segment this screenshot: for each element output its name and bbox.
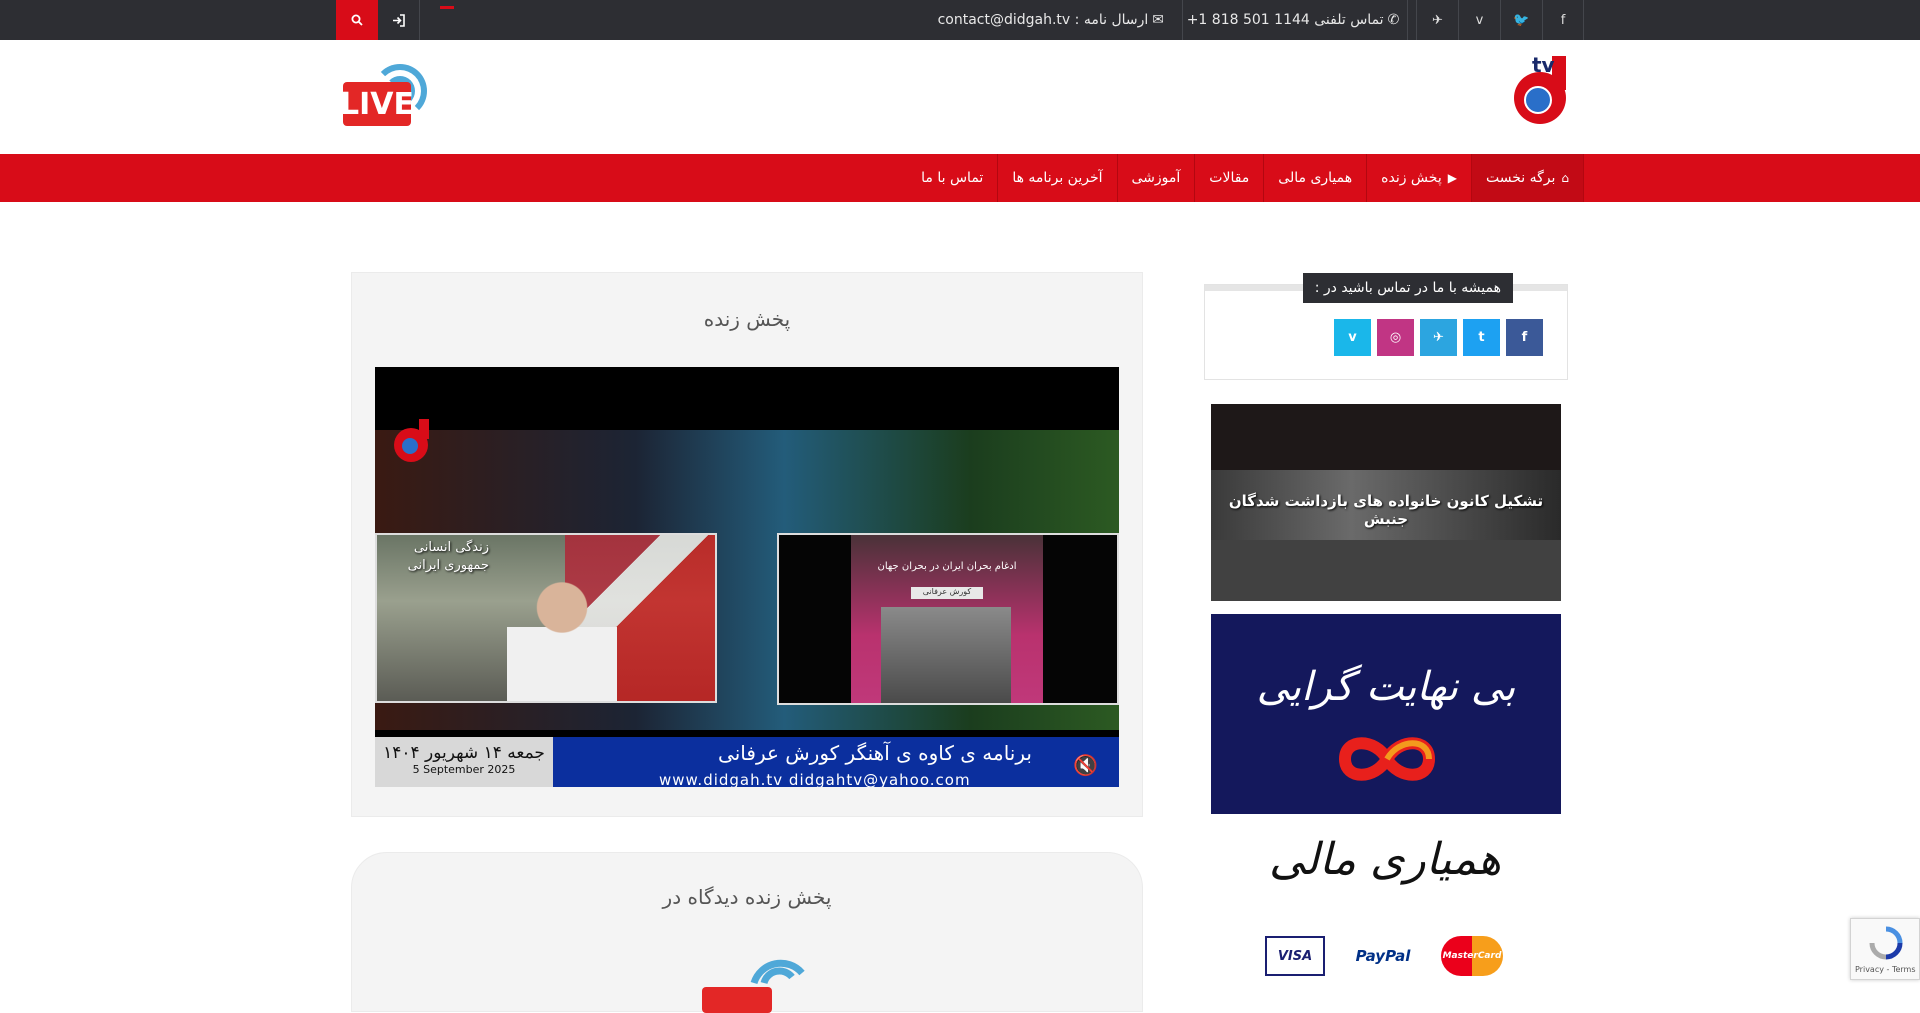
contact-phone[interactable]: ✆ تماس تلفنی 1144 501 818 1+ [1182, 0, 1408, 40]
nav-item-donation[interactable]: همیاری مالی [1263, 154, 1366, 202]
mute-icon: 🔇 [1073, 753, 1098, 777]
poster-subtitle: کورش عرفانی [911, 587, 983, 599]
nav-item-label: آموزشی [1131, 170, 1181, 186]
twitter-icon: t [1478, 330, 1485, 345]
nav-item-education[interactable]: آموزشی [1116, 154, 1195, 202]
recaptcha-icon [1869, 926, 1903, 960]
sidebar-instagram-link[interactable]: ◎ [1377, 319, 1414, 356]
twitter-icon: 🐦 [1513, 12, 1530, 28]
telegram-icon: ✈ [1432, 12, 1443, 28]
donation-banner[interactable]: همیاری مالی VISA PayPal MasterCard [1265, 826, 1505, 993]
live-panel: پخش زنده زندگی انسانی جمهوری ایرانی ادغا… [351, 272, 1143, 817]
video-player[interactable]: زندگی انسانی جمهوری ایرانی ادغام بحران ا… [375, 367, 1119, 787]
movement-banner-text: تشکیل کانون خانواده های بازداشت شدگان جن… [1228, 492, 1544, 528]
home-icon: ⌂ [1561, 171, 1569, 185]
infinity-banner-text: بی نهایت گرایی [1256, 664, 1516, 710]
channel-logo-icon [394, 419, 429, 462]
speaker-image [507, 575, 617, 701]
contact-phone-label: تماس تلفنی 1144 501 818 1+ [1186, 12, 1384, 28]
program-poster: ادغام بحران ایران در بحران جهان کورش عرف… [851, 535, 1043, 703]
mastercard-icon: MasterCard [1441, 936, 1503, 976]
live-logo-text: LIVE [340, 82, 414, 126]
nav-item-articles[interactable]: مقالات [1194, 154, 1263, 202]
contact-email-label: ارسال نامه : contact@didgah.tv [937, 12, 1149, 28]
topbar-twitter-link[interactable]: 🐦 [1500, 0, 1542, 40]
main-nav-container: ⌂ برگه نخست ▶ پخش زنده همیاری مالی مقالا… [921, 154, 1584, 202]
search-button[interactable] [336, 0, 378, 40]
visa-icon: VISA [1265, 936, 1325, 976]
ticker-web: www.didgah.tv didgahtv@yahoo.com [659, 771, 971, 787]
poster-photo [881, 607, 1011, 703]
login-button[interactable] [378, 0, 420, 40]
live-logo-small-icon [702, 959, 805, 1013]
nav-item-label: پخش زنده [1381, 170, 1442, 186]
sign-in-icon [392, 13, 405, 27]
ticker-date-en: 5 September 2025 [412, 763, 516, 776]
instagram-icon: ◎ [1389, 330, 1402, 345]
video-right-inset: ادغام بحران ایران در بحران جهان کورش عرف… [777, 533, 1119, 705]
top-bar-container: ✉ ارسال نامه : contact@didgah.tv ✆ تماس … [336, 0, 1584, 40]
donation-banner-text: همیاری مالی [1268, 834, 1502, 885]
topbar-facebook-link[interactable]: f [1542, 0, 1584, 40]
banner-bottom [1211, 540, 1561, 601]
live-links-panel: پخش زنده دیدگاه در [351, 852, 1143, 1013]
live-panel-title: پخش زنده [703, 307, 791, 331]
vimeo-icon: v [1348, 330, 1357, 345]
recaptcha-links[interactable]: Privacy - Terms [1855, 965, 1916, 974]
main-nav: ⌂ برگه نخست ▶ پخش زنده همیاری مالی مقالا… [0, 154, 1920, 202]
sidebar-telegram-link[interactable]: ✈ [1420, 319, 1457, 356]
topbar-vimeo-link[interactable]: v [1458, 0, 1500, 40]
nav-item-home[interactable]: ⌂ برگه نخست [1470, 154, 1584, 202]
site-logo-text: tv [1532, 53, 1555, 77]
nav-item-label: آخرین برنامه ها [1012, 170, 1103, 186]
nav-item-live[interactable]: ▶ پخش زنده [1366, 154, 1471, 202]
envelope-icon: ✉ [1152, 12, 1164, 28]
mute-button[interactable]: 🔇 [1073, 753, 1098, 777]
infinity-banner[interactable]: بی نهایت گرایی [1211, 614, 1561, 814]
nav-item-label: همیاری مالی [1278, 170, 1353, 186]
recaptcha-badge[interactable]: Privacy - Terms [1850, 918, 1920, 980]
telegram-icon: ✈ [1433, 330, 1444, 345]
phone-icon: ✆ [1387, 12, 1400, 28]
video-ticker: جمعه ۱۴ شهریور ۱۴۰۴ 5 September 2025 برن… [375, 737, 1119, 787]
ticker-date: جمعه ۱۴ شهریور ۱۴۰۴ 5 September 2025 [375, 737, 553, 787]
didgah-logo-icon: tv [1514, 53, 1566, 124]
left-inset-caption: زندگی انسانی جمهوری ایرانی [407, 540, 489, 573]
top-bar: ✉ ارسال نامه : contact@didgah.tv ✆ تماس … [0, 0, 1920, 40]
social-widget: همیشه با ما در تماس باشید در : f t ✈ ◎ v [1204, 273, 1568, 380]
vimeo-icon: v [1475, 12, 1484, 28]
site-logo[interactable]: tv [1512, 52, 1570, 128]
nav-item-label: تماس با ما [921, 170, 984, 186]
contact-email[interactable]: ✉ ارسال نامه : contact@didgah.tv [938, 0, 1168, 40]
sidebar-facebook-link[interactable]: f [1506, 319, 1543, 356]
nav-item-label: برگه نخست [1485, 170, 1556, 186]
poster-title: ادغام بحران ایران در بحران جهان [877, 561, 1017, 572]
paypal-icon: PayPal [1355, 947, 1411, 965]
infinity-icon [1338, 737, 1436, 781]
facebook-icon: f [1560, 12, 1566, 28]
ticker-date-fa: جمعه ۱۴ شهریور ۱۴۰۴ [383, 743, 545, 763]
ticker-program: برنامه ی کاوه ی آهنگر کورش عرفانی [718, 741, 1032, 765]
live-logo[interactable]: LIVE [340, 56, 445, 126]
movement-banner[interactable]: تشکیل کانون خانواده های بازداشت شدگان جن… [1211, 404, 1561, 601]
sidebar-vimeo-link[interactable]: v [1334, 319, 1371, 356]
nav-item-label: مقالات [1209, 170, 1250, 186]
social-widget-title: همیشه با ما در تماس باشید در : [1302, 273, 1513, 303]
live-links-title: پخش زنده دیدگاه در [662, 885, 832, 909]
indicator-mark [440, 6, 454, 9]
video-left-inset: زندگی انسانی جمهوری ایرانی [375, 533, 717, 703]
nav-item-latest-programs[interactable]: آخرین برنامه ها [997, 154, 1116, 202]
site-header: LIVE tv [0, 40, 1920, 154]
sidebar-twitter-link[interactable]: t [1463, 319, 1500, 356]
play-icon: ▶ [1447, 171, 1457, 185]
facebook-icon: f [1521, 330, 1528, 345]
search-icon [351, 14, 363, 26]
topbar-telegram-link[interactable]: ✈ [1416, 0, 1458, 40]
nav-item-contact[interactable]: تماس با ما [907, 154, 997, 202]
